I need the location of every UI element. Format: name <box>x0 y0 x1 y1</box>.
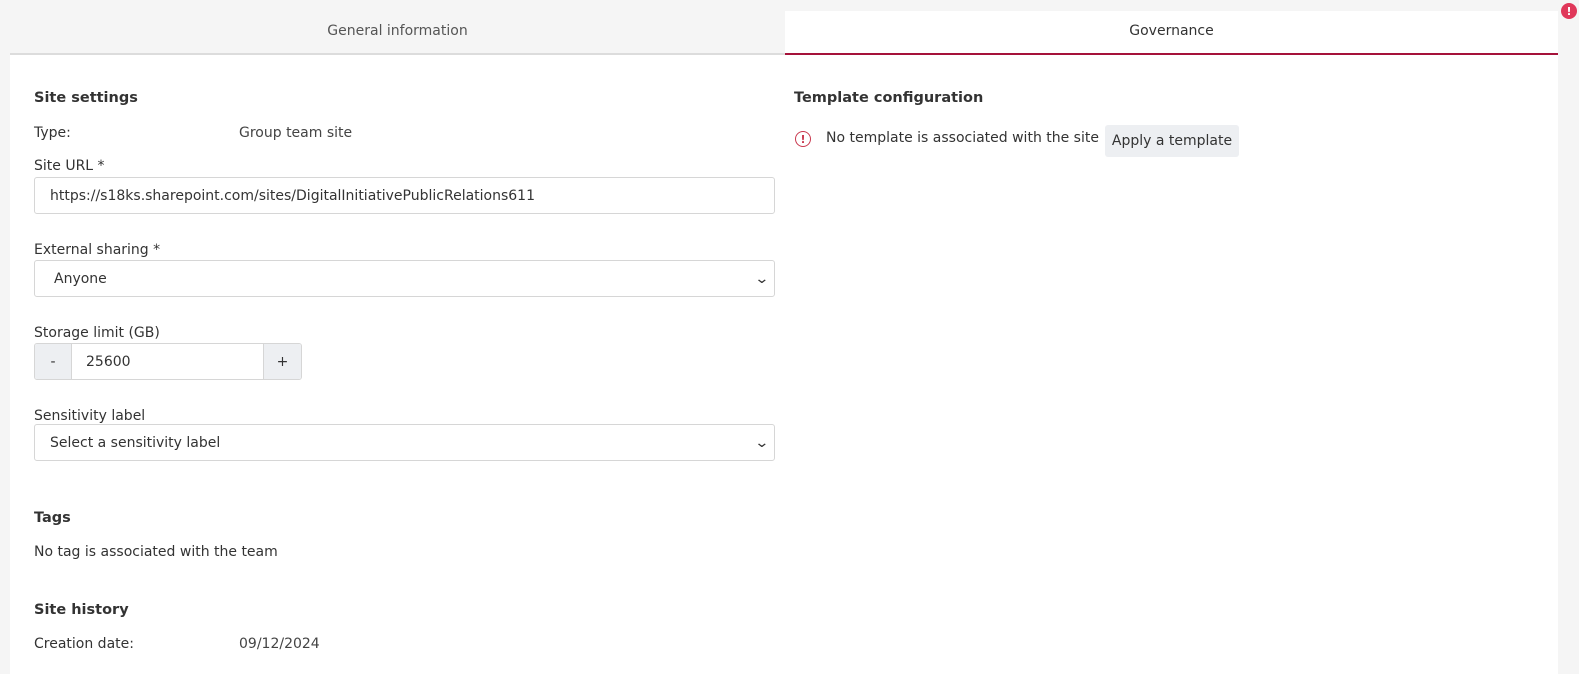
chevron-down-icon: ⌄ <box>754 434 770 451</box>
external-sharing-select[interactable]: Anyone ⌄ <box>34 260 775 297</box>
external-sharing-value: Anyone <box>54 270 107 287</box>
storage-decrement-button[interactable]: - <box>35 344 72 379</box>
sensitivity-label-value: Select a sensitivity label <box>50 434 221 451</box>
type-value: Group team site <box>239 125 353 141</box>
main-panel: General information Governance Site sett… <box>10 11 1558 674</box>
creation-date-value: 09/12/2024 <box>239 636 320 652</box>
template-configuration-heading: Template configuration <box>794 90 984 106</box>
site-history-heading: Site history <box>34 602 129 618</box>
site-settings-heading: Site settings <box>34 90 138 106</box>
tab-governance[interactable]: Governance <box>785 11 1558 55</box>
apply-template-button[interactable]: Apply a template <box>1105 125 1239 157</box>
chevron-down-icon: ⌄ <box>754 270 770 287</box>
sensitivity-label-label: Sensitivity label <box>34 408 146 424</box>
site-url-label: Site URL * <box>34 158 105 174</box>
tab-general-information[interactable]: General information <box>10 11 785 55</box>
tags-heading: Tags <box>34 510 71 526</box>
site-url-value: https://s18ks.sharepoint.com/sites/Digit… <box>50 187 535 204</box>
tags-empty-text: No tag is associated with the team <box>34 544 278 560</box>
storage-increment-button[interactable]: + <box>263 344 301 379</box>
external-sharing-label: External sharing * <box>34 242 161 258</box>
tab-bar: General information Governance <box>10 11 1558 55</box>
storage-limit-label: Storage limit (GB) <box>34 325 160 341</box>
storage-limit-input[interactable]: 25600 <box>72 344 263 379</box>
creation-date-label: Creation date: <box>34 636 134 652</box>
error-badge-icon[interactable]: ! <box>1561 3 1577 19</box>
site-url-field[interactable]: https://s18ks.sharepoint.com/sites/Digit… <box>34 177 775 214</box>
tab-general-information-label: General information <box>327 23 468 39</box>
type-label: Type: <box>34 125 71 141</box>
alert-circle-icon: ! <box>795 131 811 147</box>
tab-governance-label: Governance <box>1129 23 1214 39</box>
no-template-message: No template is associated with the site <box>826 130 1099 146</box>
sensitivity-label-select[interactable]: Select a sensitivity label ⌄ <box>34 424 775 461</box>
storage-limit-stepper: - 25600 + <box>34 343 302 380</box>
